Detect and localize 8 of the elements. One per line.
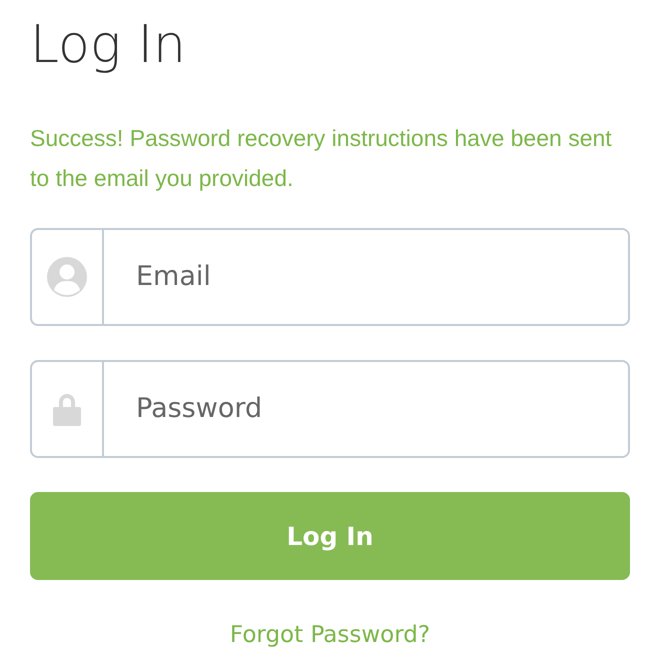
- page-title: Log In: [30, 14, 187, 76]
- lock-icon: [53, 392, 81, 426]
- user-icon: [47, 257, 87, 298]
- password-field[interactable]: Password: [30, 360, 630, 458]
- email-field[interactable]: Email: [30, 228, 630, 326]
- forgot-password-link[interactable]: Forgot Password?: [30, 618, 630, 653]
- success-message: Success! Password recovery instructions have been sent to the email you provided.: [30, 124, 613, 194]
- login-button[interactable]: Log In: [30, 492, 630, 580]
